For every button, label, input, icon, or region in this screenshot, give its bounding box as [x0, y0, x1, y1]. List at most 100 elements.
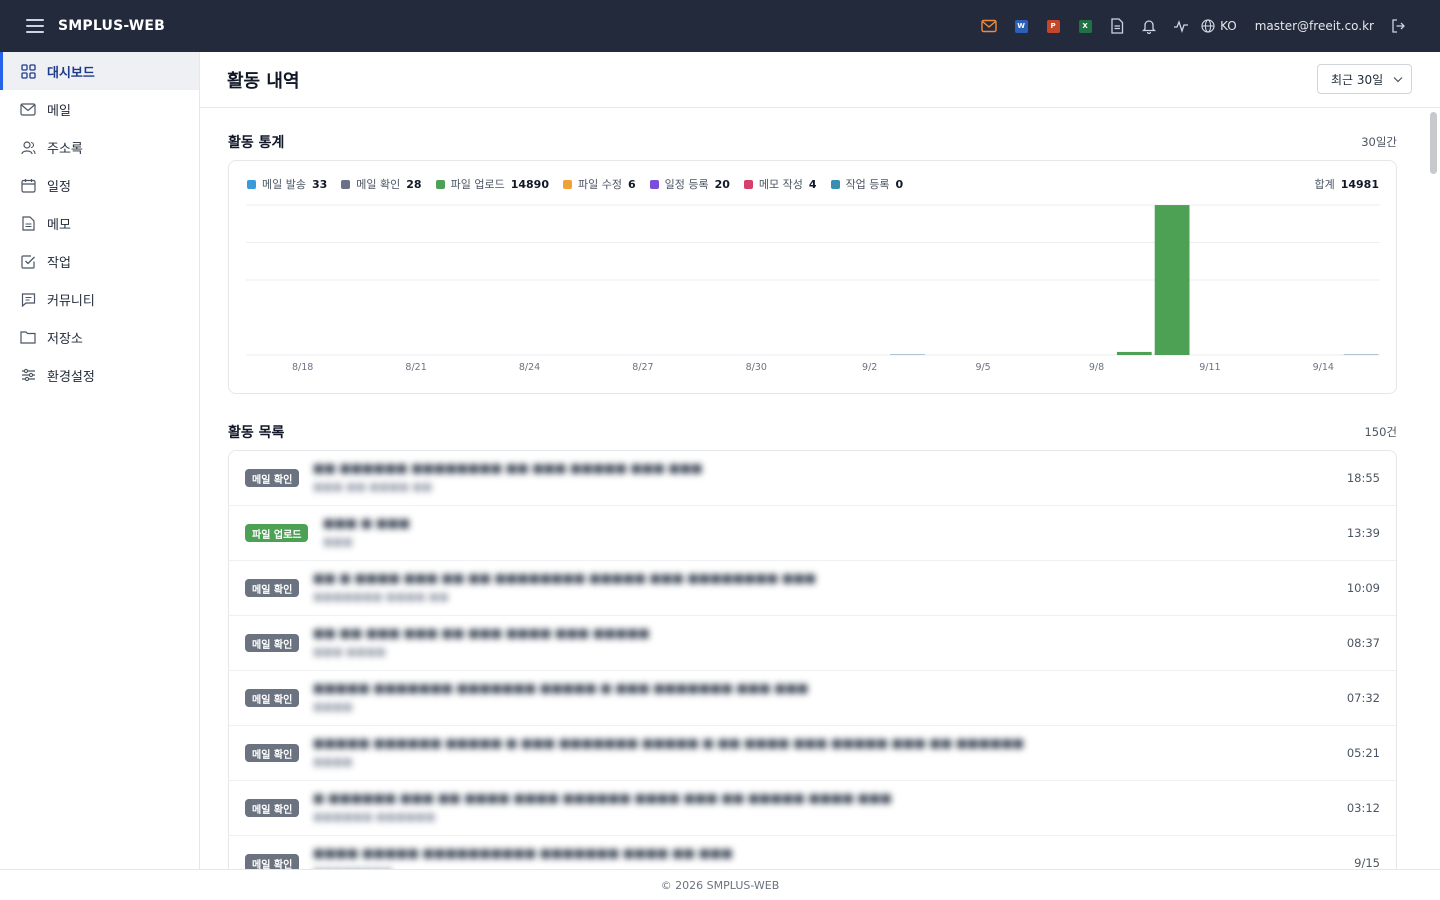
chart-bar[interactable]	[1154, 205, 1190, 355]
activity-row[interactable]: 메일 확인 ■■■■■ ■■■■■■ ■■■■■ ■ ■■■ ■■■■■■■ ■■…	[229, 726, 1396, 781]
legend-label: 파일 업로드	[450, 178, 505, 191]
activity-icon[interactable]	[1165, 10, 1197, 42]
activity-title: 활동 목록	[228, 425, 285, 441]
chart-x-tick-label: 8/24	[519, 362, 540, 373]
chart-x-tick-label: 8/21	[405, 362, 426, 373]
chart-x-tick-label: 9/5	[975, 362, 990, 373]
period-select[interactable]: 최근 30일	[1317, 64, 1412, 94]
language-selector[interactable]: KO	[1201, 19, 1237, 33]
page-title: 활동 내역	[227, 70, 300, 92]
legend-label: 메일 발송	[262, 178, 306, 191]
total-label: 합계	[1314, 178, 1335, 191]
sidebar-item-community[interactable]: 커뮤니티	[0, 280, 199, 318]
activity-time: 13:39	[1346, 526, 1380, 540]
legend-count: 0	[895, 177, 904, 191]
powerpoint-icon[interactable]: P	[1037, 10, 1069, 42]
sidebar-item-storage[interactable]: 저장소	[0, 318, 199, 356]
legend-swatch	[435, 179, 445, 189]
chart-bar[interactable]	[890, 353, 925, 355]
chart-bar[interactable]	[1343, 353, 1379, 355]
activity-type-badge: 메일 확인	[245, 744, 300, 762]
sidebar-item-label: 작업	[47, 255, 71, 271]
sidebar-item-label: 메일	[47, 103, 71, 119]
legend-item-memo[interactable]: 메모 작성 4	[743, 176, 817, 192]
legend-swatch	[743, 179, 753, 189]
sidebar-item-memo[interactable]: 메모	[0, 204, 199, 242]
document-icon[interactable]	[1101, 10, 1133, 42]
legend-item-mail-read[interactable]: 메일 확인 28	[341, 176, 422, 192]
activity-type-badge: 메일 확인	[245, 854, 300, 869]
contacts-icon	[20, 139, 36, 155]
activity-title-text: ■■■ ■ ■■■	[323, 516, 410, 530]
chart-x-tick-label: 8/30	[746, 362, 767, 373]
activity-title-text: ■■ ■■ ■■■ ■■■ ■■ ■■■ ■■■■ ■■■ ■■■■■	[313, 626, 650, 640]
main-content: 활동 내역 최근 30일 활동 통계 30일간 8/18 8/21 8/24 8/27…	[200, 52, 1440, 869]
activity-title-text: ■■■■■ ■■■■■■ ■■■■■ ■ ■■■ ■■■■■■■ ■■■■■ ■…	[313, 736, 1024, 750]
app-title[interactable]: SMPLUS-WEB	[58, 18, 165, 34]
legend-item-mail-sent[interactable]: 메일 발송 33	[247, 176, 327, 192]
legend-label: 작업 등록	[845, 178, 890, 191]
logout-icon[interactable]	[1382, 10, 1414, 42]
activity-type-badge: 메일 확인	[245, 579, 300, 597]
legend-item-file-upload[interactable]: 파일 업로드 14890	[435, 176, 549, 192]
bell-icon[interactable]	[1133, 10, 1165, 42]
activity-subtitle-text: ■■■ ■■ ■■■■ ■■	[313, 481, 433, 493]
activity-subtitle-text: ■■■ ■■■■	[313, 646, 386, 658]
sidebar-item-dashboard[interactable]: 대시보드	[0, 52, 199, 90]
activity-row[interactable]: 파일 업로드 ■■■ ■ ■■■ ■■■ 13:39	[229, 506, 1396, 561]
calendar-icon	[20, 177, 36, 193]
dashboard-icon	[20, 63, 36, 79]
footer: © 2026 SMPLUS-WEB	[0, 869, 1440, 900]
activity-row[interactable]: 메일 확인 ■■ ■ ■■■■ ■■■ ■■ ■■ ■■■■■■■■ ■■■■■ …	[229, 561, 1396, 616]
activity-row[interactable]: 메일 확인 ■ ■■■■■■ ■■■ ■■ ■■■■ ■■■■ ■■■■■■ ■■…	[229, 781, 1396, 836]
legend-item-task[interactable]: 작업 등록 0	[830, 176, 904, 192]
chart-bar[interactable]	[1116, 351, 1152, 355]
activity-row[interactable]: 메일 확인 ■■ ■■ ■■■ ■■■ ■■ ■■■ ■■■■ ■■■ ■■■■■…	[229, 616, 1396, 671]
activity-title-text: ■■■■ ■■■■■ ■■■■■■■■■■ ■■■■■■■ ■■■■ ■■ ■■…	[313, 846, 733, 860]
activity-subtitle-text: ■■■■■■■ ■■■■ ■■	[313, 591, 449, 603]
legend-item-file-edit[interactable]: 파일 수정 6	[562, 176, 636, 192]
activity-row[interactable]: 메일 확인 ■■ ■■■■■■ ■■■■■■■■ ■■ ■■■ ■■■■■ ■■■…	[229, 451, 1396, 506]
legend-item-schedule[interactable]: 일정 등록 20	[649, 176, 730, 192]
mail-icon[interactable]	[973, 10, 1005, 42]
sidebar-item-mail[interactable]: 메일	[0, 90, 199, 128]
activity-title-text: ■■ ■ ■■■■ ■■■ ■■ ■■ ■■■■■■■■ ■■■■■ ■■■ ■…	[313, 571, 816, 585]
settings-icon	[20, 367, 36, 383]
sidebar-item-label: 대시보드	[47, 65, 95, 81]
sidebar-item-label: 저장소	[47, 331, 83, 347]
language-label: KO	[1220, 19, 1237, 33]
activity-time: 07:32	[1346, 691, 1380, 705]
legend-label: 메일 확인	[356, 178, 401, 191]
legend-count: 6	[627, 177, 636, 191]
sidebar-item-settings[interactable]: 환경설정	[0, 356, 199, 394]
chevron-down-icon	[1393, 77, 1403, 83]
sidebar-item-tasks[interactable]: 작업	[0, 242, 199, 280]
scrollbar-thumb[interactable]	[1430, 112, 1437, 174]
activity-chart: 8/18 8/21 8/24 8/27 8/30 9/2 9/5 9/8 9/11 9/14	[246, 204, 1380, 373]
scrollbar[interactable]	[1430, 110, 1438, 869]
activity-row[interactable]: 메일 확인 ■■■■■ ■■■■■■■ ■■■■■■■ ■■■■■ ■ ■■■ ■…	[229, 671, 1396, 726]
sidebar-item-label: 일정	[47, 179, 71, 195]
menu-icon[interactable]	[26, 19, 44, 33]
legend-swatch	[649, 179, 659, 189]
sidebar-item-contacts[interactable]: 주소록	[0, 128, 199, 166]
activity-title-text: ■■ ■■■■■■ ■■■■■■■■ ■■ ■■■ ■■■■■ ■■■ ■■■	[313, 461, 703, 475]
excel-icon[interactable]: X	[1069, 10, 1101, 42]
activity-time: 10:09	[1346, 581, 1380, 595]
legend-label: 일정 등록	[664, 178, 709, 191]
total-value: 14981	[1340, 178, 1379, 191]
sidebar-item-calendar[interactable]: 일정	[0, 166, 199, 204]
activity-time: 05:21	[1346, 746, 1380, 760]
user-email[interactable]: master@freeit.co.kr	[1255, 19, 1374, 33]
legend-label: 메모 작성	[758, 178, 803, 191]
memo-icon	[20, 215, 36, 231]
sidebar-item-label: 주소록	[47, 141, 83, 157]
page-header: 활동 내역 최근 30일	[200, 52, 1440, 108]
activity-title-text: ■ ■■■■■■ ■■■ ■■ ■■■■ ■■■■ ■■■■■■ ■■■■ ■■…	[313, 791, 892, 805]
activity-row[interactable]: 메일 확인 ■■■■ ■■■■■ ■■■■■■■■■■ ■■■■■■■ ■■■■ …	[229, 836, 1396, 869]
legend-label: 파일 수정	[577, 178, 622, 191]
activity-type-badge: 메일 확인	[245, 469, 300, 487]
word-icon[interactable]: W	[1005, 10, 1037, 42]
activity-type-badge: 메일 확인	[245, 799, 300, 817]
chart-total: 합계 14981	[1314, 176, 1379, 192]
